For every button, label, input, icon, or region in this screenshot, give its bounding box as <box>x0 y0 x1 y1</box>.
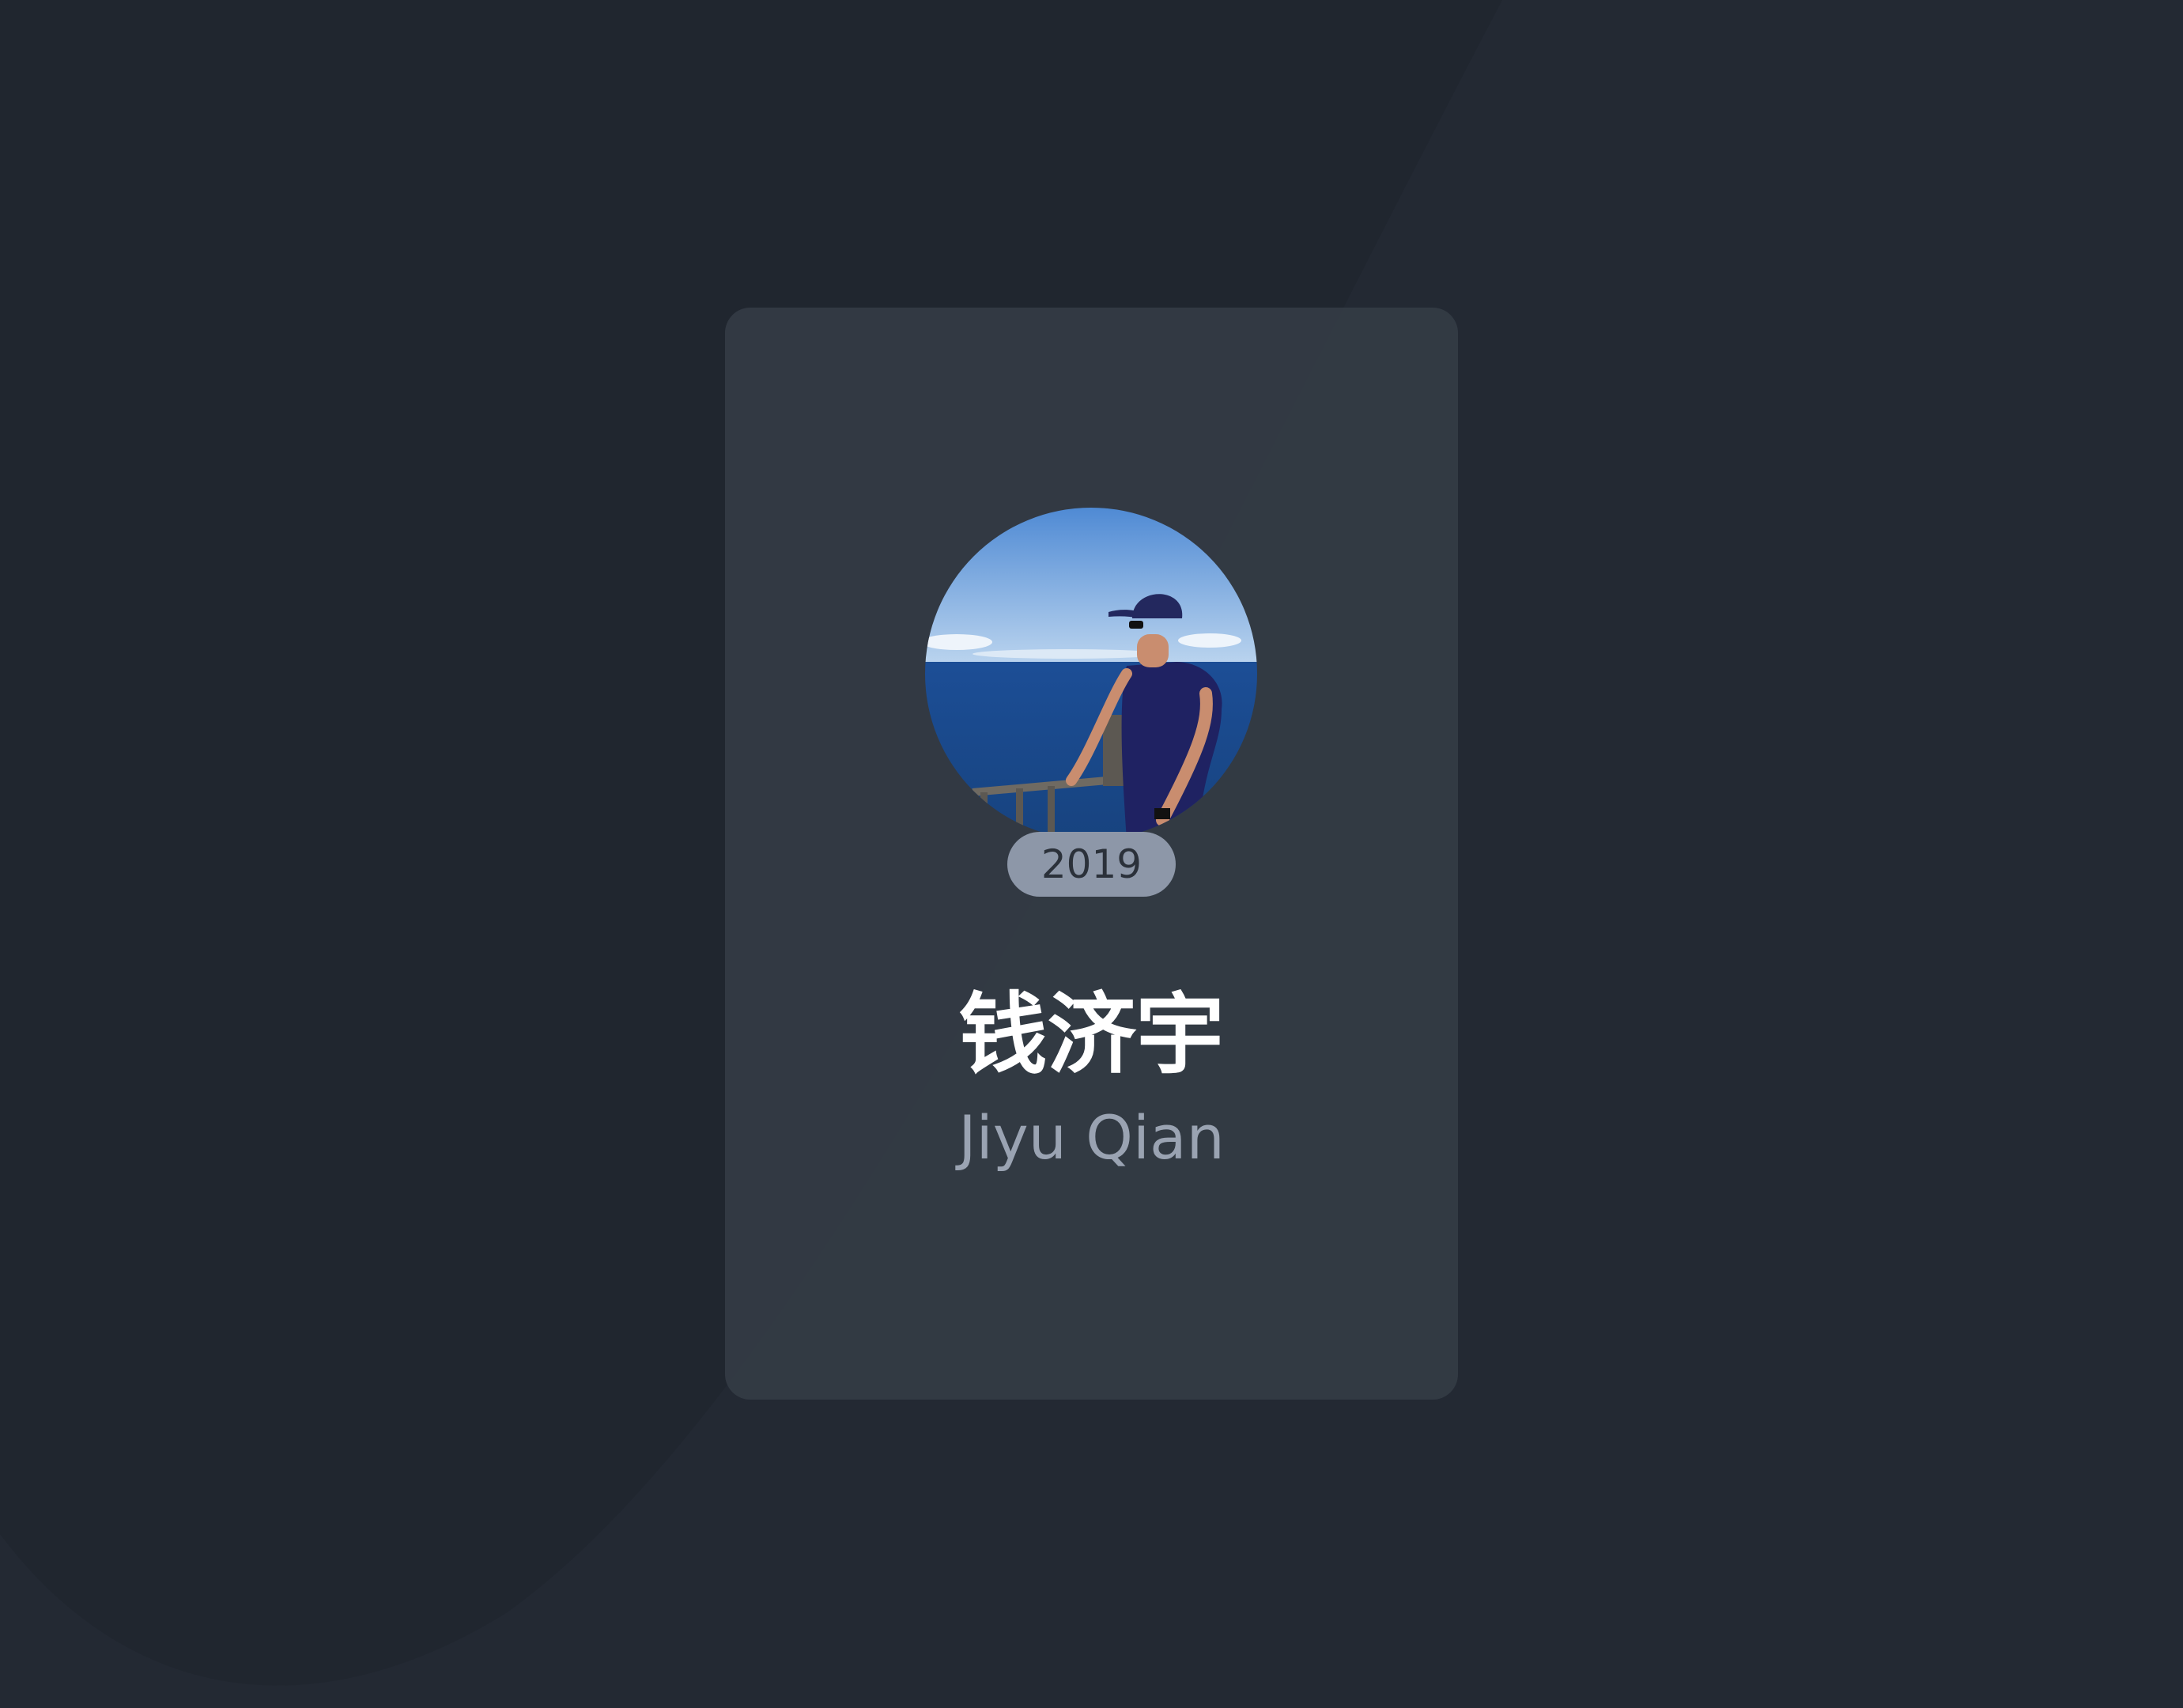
page-background: 2019 钱济宇 Jiyu Qian <box>0 0 2183 1708</box>
name-chinese: 钱济宇 <box>958 984 1225 1086</box>
year-badge: 2019 <box>1007 832 1176 897</box>
avatar-photo <box>925 508 1257 840</box>
profile-card[interactable]: 2019 钱济宇 Jiyu Qian <box>725 308 1458 1400</box>
avatar <box>925 508 1257 840</box>
name-english: Jiyu Qian <box>958 1102 1225 1173</box>
